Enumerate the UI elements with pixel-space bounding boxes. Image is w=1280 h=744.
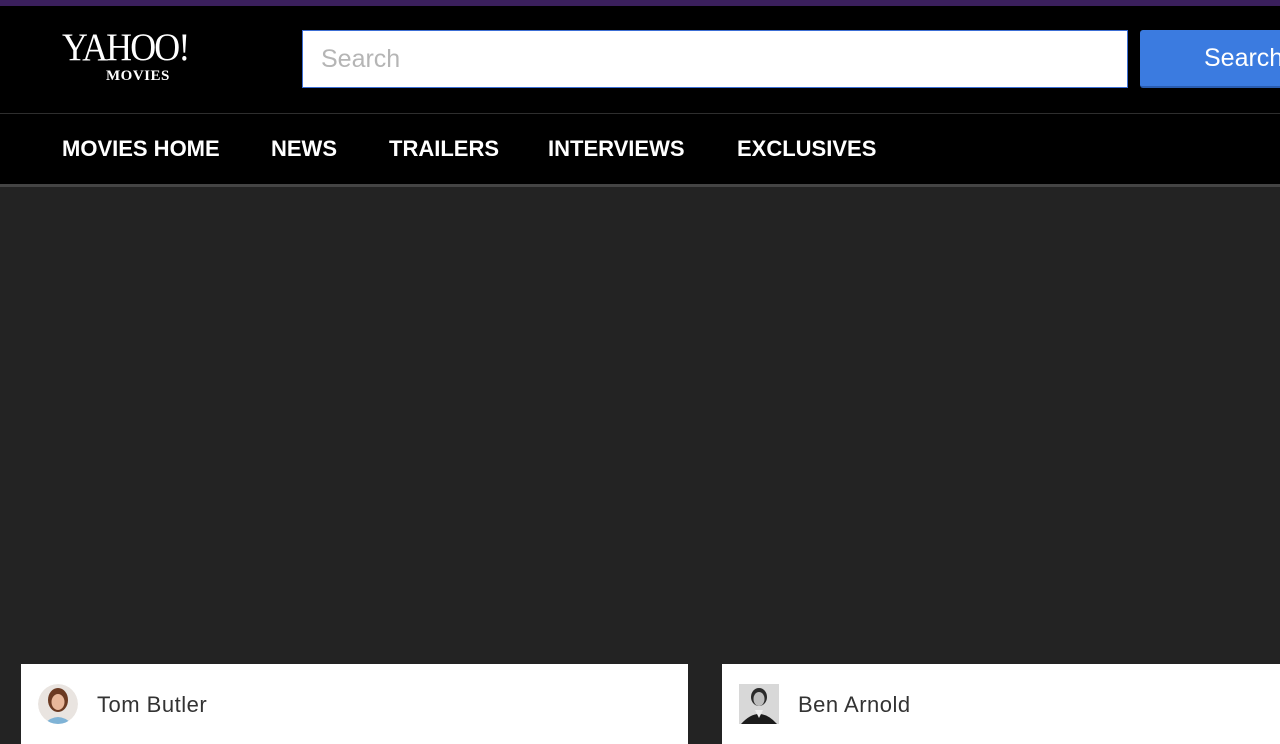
site-header: YAHOO! MOVIES Search	[0, 6, 1280, 114]
nav-item-movies-home[interactable]: MOVIES HOME	[62, 136, 220, 162]
nav-item-interviews[interactable]: INTERVIEWS	[548, 136, 685, 162]
main-nav: MOVIES HOME NEWS TRAILERS INTERVIEWS EXC…	[0, 114, 1280, 187]
author-name: Ben Arnold	[798, 692, 911, 717]
search-button[interactable]: Search	[1140, 30, 1280, 88]
search-input[interactable]	[302, 30, 1128, 88]
article-card[interactable]: Tom Butler	[21, 664, 688, 744]
hero-area	[0, 187, 1280, 663]
author-name: Tom Butler	[97, 692, 208, 717]
logo-subtitle: MOVIES	[106, 68, 170, 84]
author-avatar	[38, 684, 78, 724]
article-card[interactable]: Ben Arnold	[722, 664, 1280, 744]
nav-item-exclusives[interactable]: EXCLUSIVES	[737, 136, 876, 162]
nav-item-news[interactable]: NEWS	[271, 136, 337, 162]
author-avatar	[739, 684, 779, 724]
yahoo-movies-logo[interactable]: YAHOO! MOVIES	[62, 28, 222, 88]
nav-item-trailers[interactable]: TRAILERS	[389, 136, 499, 162]
logo-wordmark: YAHOO!	[62, 26, 190, 69]
